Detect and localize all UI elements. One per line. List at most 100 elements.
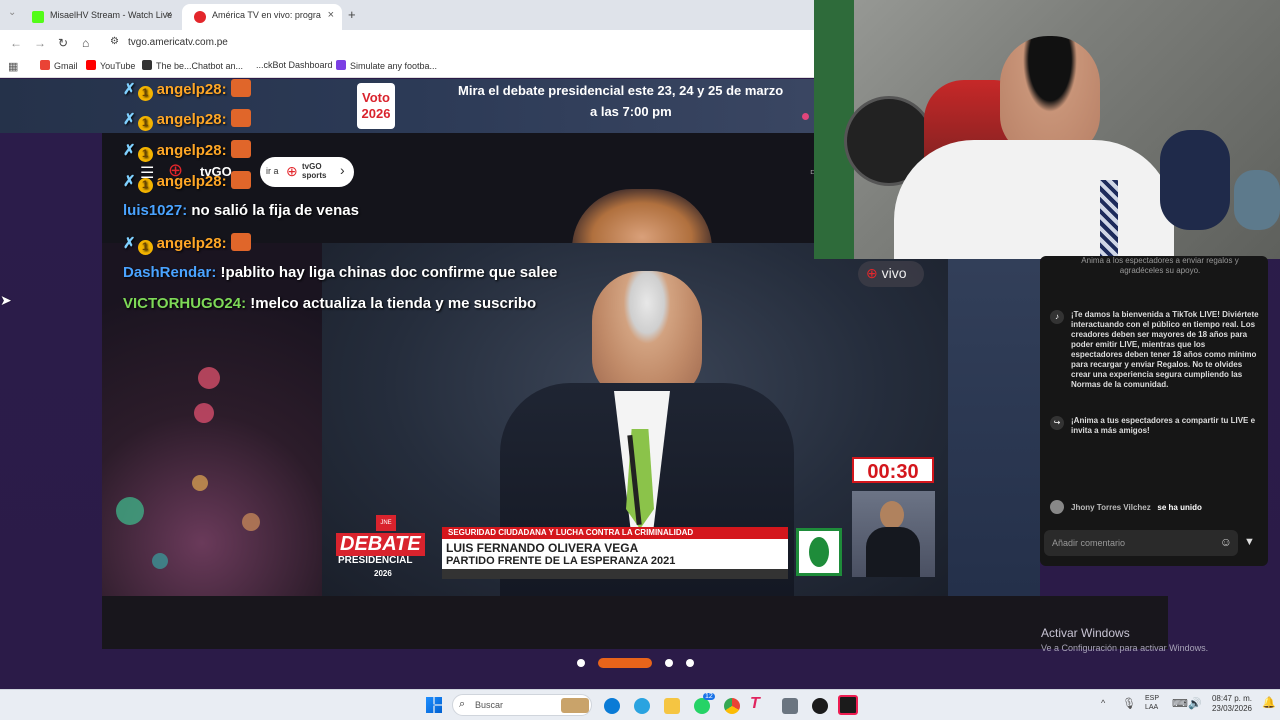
comment-placeholder: Añadir comentario [1052, 538, 1126, 548]
clock-date: 23/03/2026 [1211, 704, 1252, 713]
banner-dot-icon [802, 113, 809, 120]
browser-tab-bar: ⌄ MisaelHV Stream - Watch Live × América… [0, 0, 814, 30]
windows-taskbar: ⌕ Buscar 12 T ^ 🎙 ESP LAA ⌨ 🔊 08:47 p. m.… [0, 689, 1280, 720]
new-tab-button[interactable]: + [348, 7, 356, 22]
jne-logo-icon: JNE [376, 515, 396, 531]
chat-username: angelp28: [156, 111, 227, 128]
url-field[interactable]: tvgo.americatv.com.pe [128, 37, 228, 48]
site-info-icon[interactable]: ⚙ [110, 36, 119, 47]
obs-icon[interactable] [812, 698, 828, 714]
emote-icon [230, 79, 251, 97]
tiktok-logo-icon: ♪ [1050, 310, 1064, 324]
chat-message: luis1027: no salió la fija de venas [123, 202, 359, 219]
interpreter-body-image [866, 527, 920, 577]
tab-americatv[interactable]: América TV en vivo: progra × [182, 4, 342, 30]
tray-chevron-icon[interactable]: ^ [1101, 698, 1105, 708]
carousel-dot[interactable] [665, 659, 673, 667]
chat-username: angelp28: [156, 81, 227, 98]
file-explorer-icon[interactable] [664, 698, 680, 714]
lower-third-name: LUIS FERNANDO OLIVERA VEGA [446, 541, 639, 555]
telegram-icon[interactable] [634, 698, 650, 714]
sign-language-interpreter [852, 491, 935, 577]
windows-start-icon[interactable] [426, 697, 442, 713]
calculator-icon[interactable] [782, 698, 798, 714]
notification-icon[interactable]: 🔔 [1262, 696, 1276, 709]
debate-logo-year: 2026 [374, 569, 392, 578]
network-icon[interactable]: ⌨ [1172, 697, 1188, 710]
tiktok-live-chat-panel: Anima a los espectadores a enviar regalo… [1040, 256, 1268, 566]
video-right-strip [948, 243, 1040, 596]
chat-message: DashRendar: !pablito hay liga chinas doc… [123, 264, 557, 281]
back-icon[interactable]: ← [10, 36, 22, 50]
clock[interactable]: 08:47 p. m. 23/03/2026 [1206, 694, 1252, 714]
tvgo-sports-label: tvGO sports [302, 162, 327, 180]
mouse-cursor-icon: ➤ [0, 292, 12, 308]
bookmark-simulate[interactable]: Simulate any footba... [336, 60, 437, 71]
gmail-icon [40, 60, 50, 70]
chat-username: angelp28: [156, 142, 227, 159]
filter-icon[interactable]: ▼ [1244, 536, 1255, 548]
joined-text: se ha unido [1157, 503, 1202, 512]
search-highlight-icon [561, 698, 589, 713]
chat-message: VICTORHUGO24: !melco actualiza la tienda… [123, 295, 536, 312]
reload-icon[interactable]: ↻ [58, 36, 68, 50]
home-icon[interactable]: ⌂ [82, 36, 89, 50]
comment-input[interactable]: Añadir comentario ☺ [1044, 530, 1238, 556]
sword-badge-icon: ✗ [123, 173, 136, 190]
tab-close-icon[interactable]: × [328, 9, 334, 21]
americatv-logo-icon: ⊕ [866, 265, 878, 281]
forward-icon[interactable]: → [34, 36, 46, 50]
tab-label: MisaelHV Stream - Watch Live [50, 10, 173, 20]
chrome-icon[interactable] [724, 698, 740, 714]
tiktok-live-studio-icon[interactable] [838, 695, 858, 715]
sword-badge-icon: ✗ [123, 235, 136, 252]
carousel-dot[interactable] [577, 659, 585, 667]
presenter-hair-image [572, 189, 712, 249]
tab-list-chevron-icon[interactable]: ⌄ [8, 7, 16, 18]
streamer-shirt-image [894, 140, 1174, 259]
taskbar-search[interactable]: ⌕ Buscar [452, 694, 592, 716]
language-indicator[interactable]: ESP LAA [1145, 694, 1159, 712]
lower-third-box: LUIS FERNANDO OLIVERA VEGA PARTIDO FRENT… [442, 539, 788, 569]
carousel-dot[interactable] [686, 659, 694, 667]
americatv-logo-icon: ⊕ [286, 163, 298, 179]
bokeh-light [194, 403, 214, 423]
tiktok-top-hint: Anima a los espectadores a enviar regalo… [1081, 256, 1239, 275]
chatbot-icon [142, 60, 152, 70]
tvgo-sports-button[interactable]: ir a ⊕ tvGO sports › [260, 157, 354, 187]
language-layout: LAA [1145, 704, 1159, 711]
emoji-icon[interactable]: ☺ [1220, 535, 1232, 549]
chat-message: ✗ 1 angelp28: [123, 109, 251, 131]
tab-label: América TV en vivo: progra [212, 10, 321, 20]
bookmark-gmail[interactable]: Gmail [40, 60, 78, 71]
bookmark-chatbot[interactable]: The be...Chatbot an... [142, 60, 243, 71]
whatsapp-icon[interactable] [694, 698, 710, 714]
sword-badge-icon: ✗ [123, 142, 136, 159]
carousel-dot-active[interactable] [598, 658, 652, 668]
language-code: ESP [1145, 695, 1160, 702]
clock-time: 08:47 p. m. [1211, 694, 1252, 703]
activate-windows-title: Activar Windows [1041, 626, 1130, 640]
speaker-head-image [592, 271, 702, 399]
share-icon: ↪ [1050, 416, 1064, 430]
whatsapp-badge: 12 [703, 693, 715, 700]
bokeh-light [242, 513, 260, 531]
volume-icon[interactable]: 🔊 [1188, 697, 1202, 710]
microphone-icon[interactable]: 🎙 [1122, 697, 1136, 710]
sword-badge-icon: ✗ [123, 111, 136, 128]
edge-icon[interactable] [604, 698, 620, 714]
apps-grid-icon[interactable]: ▦ [8, 60, 18, 73]
chat-username: angelp28: [156, 235, 227, 252]
bookmark-youtube[interactable]: YouTube [86, 60, 135, 71]
typora-icon[interactable]: T [750, 695, 760, 713]
debate-logo-title: DEBATE [336, 533, 425, 556]
tab-misaelhv[interactable]: MisaelHV Stream - Watch Live × [20, 4, 180, 30]
streamer-tie-image [1100, 180, 1118, 259]
tvgo-sports-link-text: ir a [266, 166, 279, 176]
sub-badge-icon: 1 [137, 116, 153, 131]
bookmark-dashboard[interactable]: ...ckBot Dashboard [256, 60, 333, 70]
tab-close-icon[interactable]: × [166, 9, 172, 21]
tiktok-welcome-message: ¡Te damos la bienvenida a TikTok LIVE! D… [1071, 310, 1259, 389]
emote-icon [230, 171, 251, 189]
tiktok-share-message: ¡Anima a tus espectadores a compartir tu… [1071, 416, 1256, 435]
